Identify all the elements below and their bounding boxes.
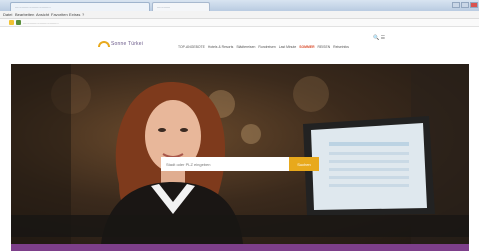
site-logo[interactable]: Sonne Türkei xyxy=(98,39,143,49)
site-header: Sonne Türkei 🔍 ☰ TOP-ANGEBOTE Hotels & R… xyxy=(0,27,479,64)
nav-item[interactable]: REISEN xyxy=(318,45,331,49)
nav-item[interactable]: TOP-ANGEBOTE xyxy=(178,45,205,49)
nav-item[interactable]: Last Minute xyxy=(279,45,297,49)
browser-window: ................................ .......… xyxy=(0,0,479,251)
close-button[interactable] xyxy=(470,2,478,8)
search-button[interactable]: Suchen xyxy=(289,157,319,171)
browser-titlebar: ................................ .......… xyxy=(0,0,479,11)
maximize-button[interactable] xyxy=(461,2,469,8)
sun-icon xyxy=(98,41,110,47)
tab-label: ............ xyxy=(157,4,171,9)
main-nav: TOP-ANGEBOTE Hotels & Resorts Städtereis… xyxy=(178,45,349,49)
menu-file[interactable]: Datei xyxy=(3,12,12,17)
search-menu-icons[interactable]: 🔍 ☰ xyxy=(373,35,385,41)
bookmarks-bar: ................................ xyxy=(0,19,479,27)
nav-item[interactable]: Hotels & Resorts xyxy=(208,45,233,49)
nav-item[interactable]: Städtereisen xyxy=(236,45,255,49)
nav-item-highlight[interactable]: SOMMER xyxy=(299,45,314,49)
menu-view[interactable]: Ansicht xyxy=(36,12,49,17)
logo-text: Sonne Türkei xyxy=(111,41,144,47)
bookmark-label[interactable]: ................................ xyxy=(23,20,59,25)
nav-item[interactable]: Reiseinfos xyxy=(333,45,349,49)
favicon-icon xyxy=(16,20,21,25)
nav-item[interactable]: Rundreisen xyxy=(258,45,275,49)
browser-menubar: Datei Bearbeiten Ansicht Favoriten Extra… xyxy=(0,11,479,19)
menu-extras[interactable]: Extras xyxy=(69,12,80,17)
menu-edit[interactable]: Bearbeiten xyxy=(15,12,34,17)
search-strip xyxy=(11,215,469,237)
hero-image xyxy=(11,64,469,244)
purple-band xyxy=(11,244,469,251)
menu-favorites[interactable]: Favoriten xyxy=(51,12,68,17)
location-search-input[interactable] xyxy=(161,157,289,171)
browser-tab-active[interactable]: ................................ xyxy=(10,2,150,11)
menu-help[interactable]: ? xyxy=(82,12,84,17)
browser-tab[interactable]: ............ xyxy=(152,2,210,11)
tab-label: ................................ xyxy=(15,4,51,9)
star-icon[interactable] xyxy=(9,20,14,25)
minimize-button[interactable] xyxy=(452,2,460,8)
